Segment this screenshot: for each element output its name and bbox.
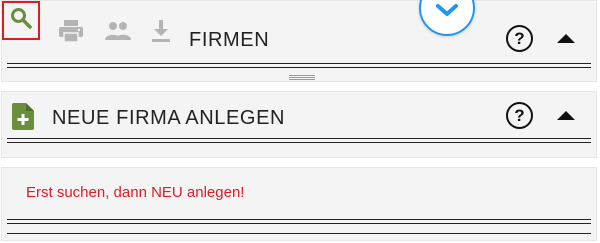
divider [7, 233, 591, 234]
print-icon [58, 19, 84, 48]
search-button[interactable] [2, 1, 40, 40]
new-company-panel: NEUE FIRMA ANLEGEN ? [1, 91, 597, 158]
chevron-down-icon [435, 3, 459, 22]
divider [7, 63, 591, 68]
download-button[interactable] [148, 13, 174, 53]
message-panel: Erst suchen, dann NEU anlegen! [1, 167, 597, 241]
people-icon [103, 21, 133, 46]
panel-title-firmen: FIRMEN [189, 29, 270, 51]
help-button[interactable]: ? [506, 25, 533, 52]
print-button[interactable] [56, 13, 86, 53]
people-button[interactable] [101, 13, 135, 53]
resize-grip-icon[interactable] [289, 75, 315, 80]
download-icon [150, 19, 172, 48]
collapse-icon[interactable] [557, 111, 575, 120]
file-plus-icon[interactable] [12, 103, 34, 135]
error-message: Erst suchen, dann NEU anlegen! [26, 184, 245, 201]
divider [7, 219, 591, 224]
help-button[interactable]: ? [506, 102, 533, 129]
collapse-icon[interactable] [557, 34, 575, 43]
search-icon [9, 6, 33, 35]
firmen-panel: FIRMEN ? [1, 0, 597, 82]
panel-title-new-company: NEUE FIRMA ANLEGEN [52, 107, 286, 129]
divider [7, 138, 591, 143]
